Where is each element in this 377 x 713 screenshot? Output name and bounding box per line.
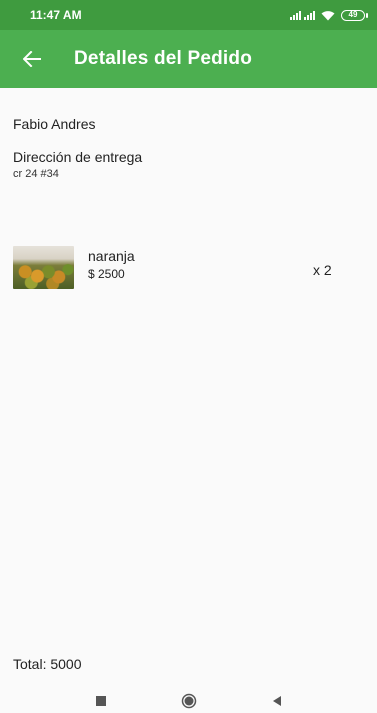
battery-level: 49 xyxy=(348,9,358,19)
arrow-left-icon xyxy=(23,51,41,67)
address-value: cr 24 #34 xyxy=(13,168,59,180)
product-image xyxy=(13,246,74,289)
list-item: naranja $ 2500 x 2 xyxy=(13,243,363,291)
product-name: naranja xyxy=(88,248,135,264)
system-back-button[interactable] xyxy=(265,689,289,713)
square-icon xyxy=(95,695,106,706)
status-bar: 11:47 AM 49 xyxy=(0,0,377,30)
product-price: $ 2500 xyxy=(88,267,125,281)
customer-name: Fabio Andres xyxy=(13,116,96,132)
page-title: Detalles del Pedido xyxy=(74,48,253,69)
order-total: Total: 5000 xyxy=(13,656,82,672)
triangle-icon xyxy=(272,695,281,706)
system-nav-bar xyxy=(0,688,377,713)
circle-icon xyxy=(181,693,196,708)
back-button[interactable] xyxy=(8,35,56,83)
wifi-icon xyxy=(321,10,335,20)
recent-apps-button[interactable] xyxy=(89,689,113,713)
status-icons: 49 xyxy=(290,9,368,21)
app-bar: Detalles del Pedido xyxy=(0,30,377,88)
signal-icon xyxy=(290,10,315,20)
product-quantity: x 2 xyxy=(313,262,332,278)
address-label: Dirección de entrega xyxy=(13,149,143,165)
battery-icon: 49 xyxy=(341,9,368,21)
status-time: 11:47 AM xyxy=(30,8,82,22)
home-button[interactable] xyxy=(177,689,201,713)
